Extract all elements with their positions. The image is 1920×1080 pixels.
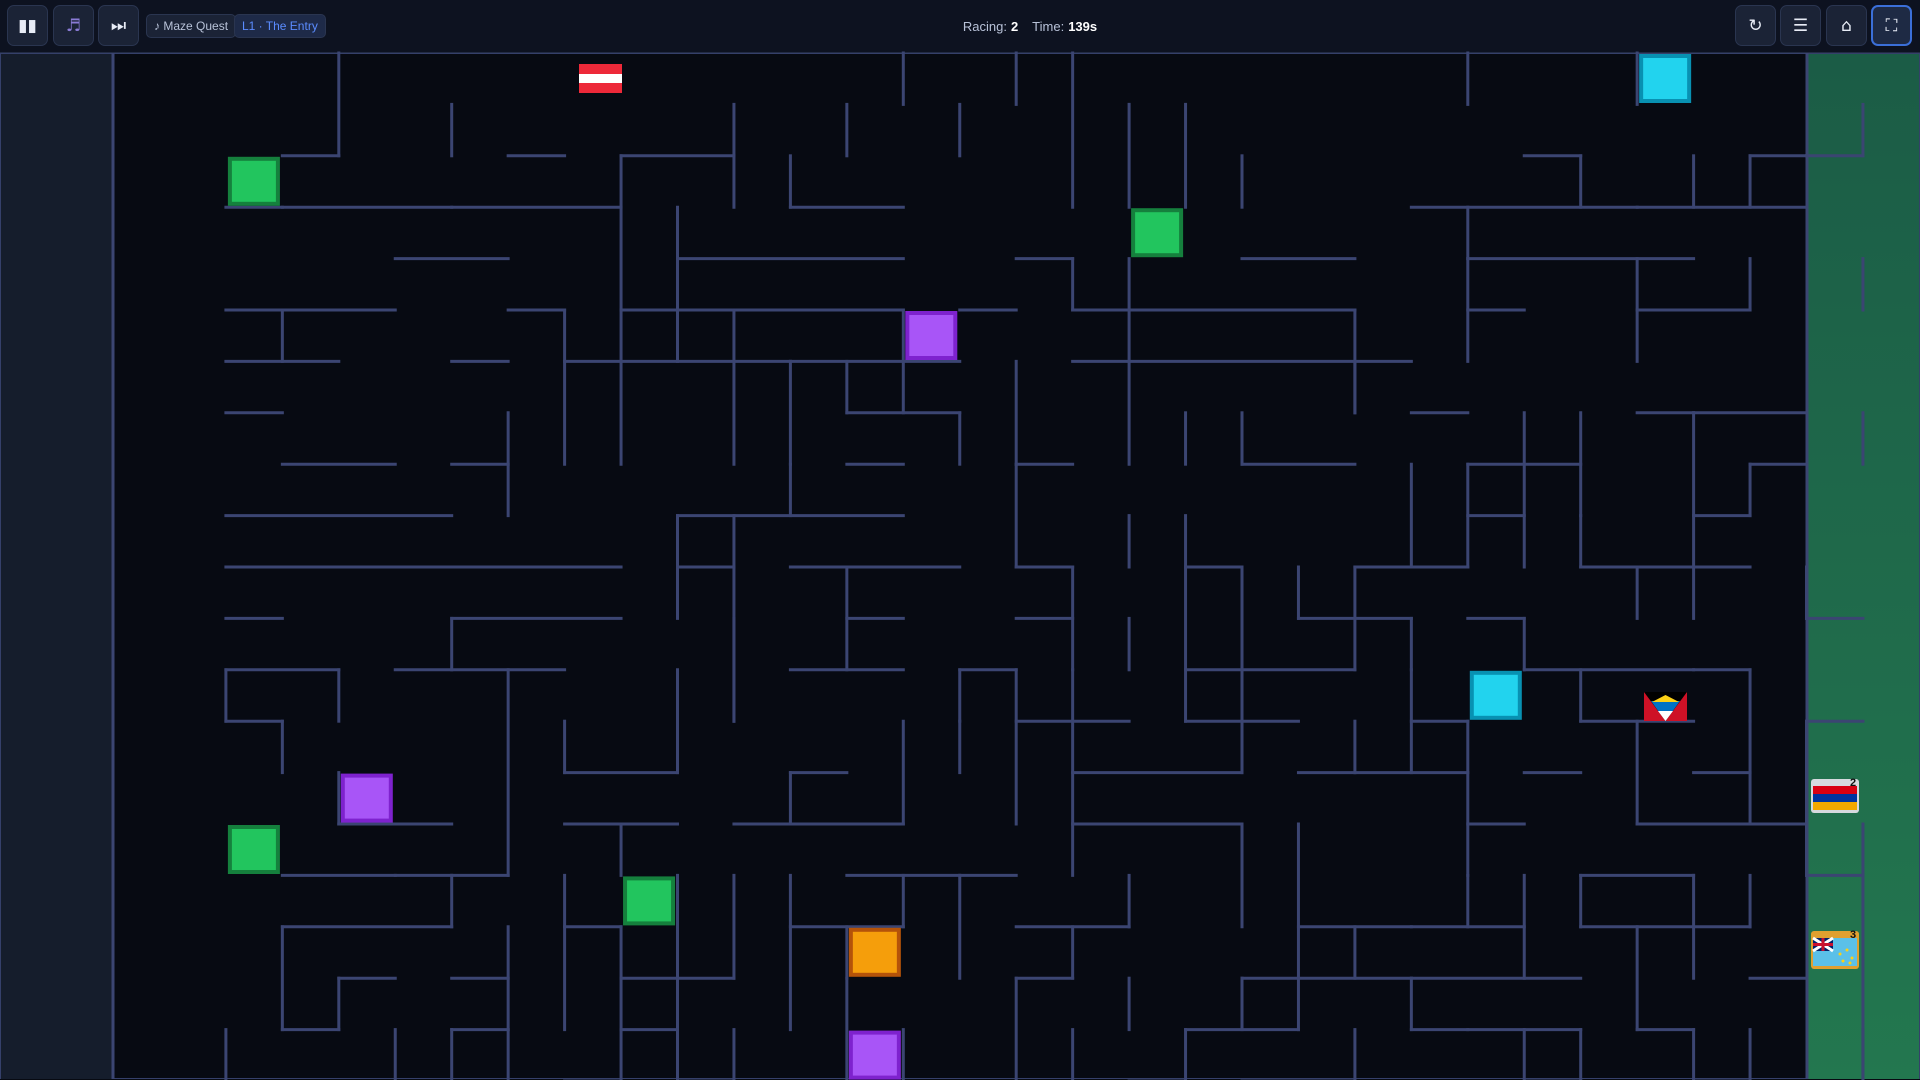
orange-block [848,927,901,977]
purple-block [848,1030,901,1080]
green-block [1131,208,1184,258]
maze-walls [111,51,1865,1080]
purple-block [905,311,958,360]
finisher-2: 2 [1810,777,1860,814]
purple-block [340,773,393,823]
finisher-rank-badge: 2 [1849,777,1857,789]
cyan-block [1469,670,1522,720]
austria-flag-icon [579,64,622,93]
green-block [227,825,280,874]
green-block [227,156,280,206]
finisher-rank-badge: 3 [1849,929,1857,941]
green-block [623,876,676,926]
cyan-block [1639,54,1692,103]
antigua-and-barbuda-flag [1644,692,1687,721]
finisher-3: 3 [1810,929,1860,970]
antigua-and-barbuda-flag-icon [1644,692,1687,721]
austria-flag [579,64,622,93]
